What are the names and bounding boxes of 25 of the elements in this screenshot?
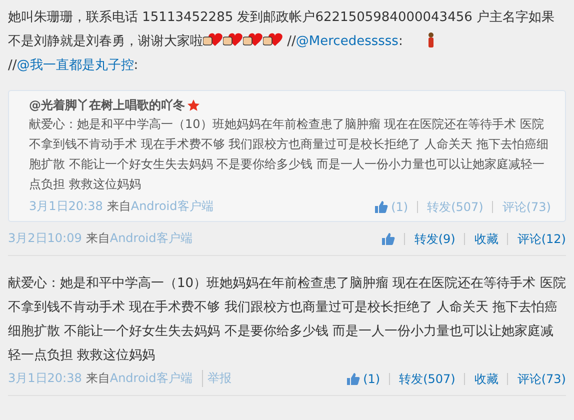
action-link[interactable]: 收藏 xyxy=(464,232,508,244)
source-label: 来自 xyxy=(106,198,131,215)
thumbs-up-icon xyxy=(374,200,388,214)
mention-link[interactable]: @我一直都是丸子控 xyxy=(16,58,134,73)
like-button[interactable]: (1) xyxy=(337,372,390,386)
post-text: 她叫朱珊珊，联系电话 15113452285 发到邮政帐户6221505984000043456 户主名字如果不是刘静就是刘春勇，谢谢大家啦 //@Mercedesssss: //@我一直都是丸子控: xyxy=(8,9,556,75)
action-link[interactable]: 评论(73) xyxy=(507,372,566,384)
mention-link[interactable]: @Mercedesssss xyxy=(296,34,398,49)
thumbs-up-icon xyxy=(381,232,396,246)
hand-heart-icon xyxy=(243,33,263,47)
hand-heart-icon xyxy=(223,33,243,47)
quoted-text: 献爱心：她是和平中学高一（10）班她妈妈在年前检查患了脑肿瘤 现在在医院还在等待手术 医院不拿到钱不肯动手术 现在手术费不够 我们跟校方也商量过可是校长拒绝了 人命关天 拖下去怕癌细胞扩散 不能让一个好女生失去妈妈 不是要你给多少钱 而是一人一份小力量也可以让她家庭减轻一点负担 救救这位妈妈 xyxy=(29,116,550,193)
action-link[interactable]: 转发(507) xyxy=(389,372,464,384)
action-link[interactable]: 收藏 xyxy=(464,372,508,384)
hand-heart-icon xyxy=(263,33,283,47)
action-link[interactable]: 转发(9) xyxy=(404,232,464,244)
hand-heart-icon xyxy=(203,33,223,47)
author-link[interactable]: @光着脚丫在树上唱歌的吖冬 xyxy=(29,97,185,114)
action-link[interactable]: 评论(12) xyxy=(507,232,566,244)
source-label: 来自 xyxy=(86,370,110,387)
person-figure-icon xyxy=(426,32,435,48)
comment-text: 献爱心：她是和平中学高一（10）班她妈妈在年前检查患了脑肿瘤 现在在医院还在等待手术 医院不拿到钱不肯动手术 现在手术费不够 我们跟校方也商量过可是校长拒绝了 人命关天 拖下去怕癌细胞扩散 不能让一个好女生失去妈妈 不是要你给多少钱 而是一人一份小力量也可以让她家庭减轻一点负担 救救这位妈妈 xyxy=(8,275,566,365)
source-label: 来自 xyxy=(86,230,110,247)
thumbs-up-icon xyxy=(346,372,360,386)
star-badge-icon xyxy=(187,99,200,112)
